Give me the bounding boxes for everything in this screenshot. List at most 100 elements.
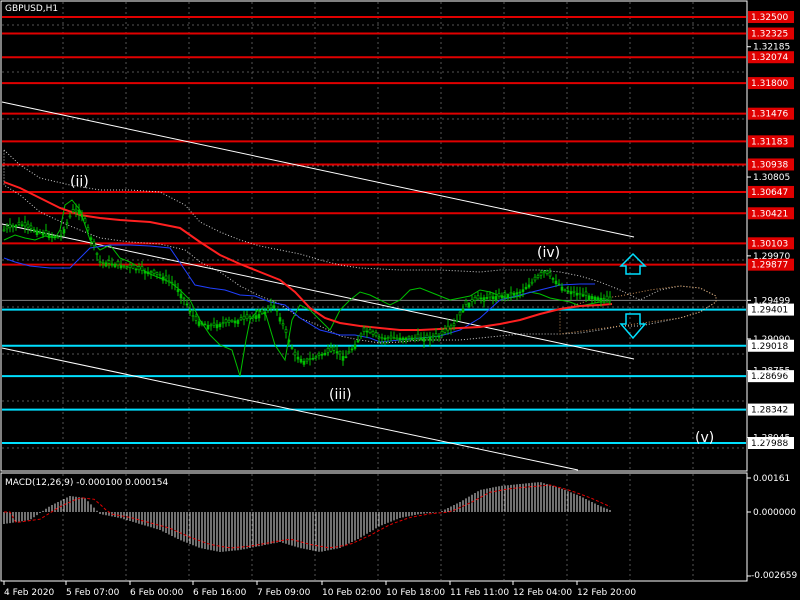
chart-title: GBPUSD,H1 (5, 4, 58, 14)
candle-body (323, 353, 327, 355)
candle-body (170, 282, 174, 284)
candle-body (26, 223, 30, 228)
chart-window[interactable]: (ii) (iii) (iv) (v) GBPUSD,H1 1.325001.3… (0, 0, 800, 600)
candle-body (197, 321, 201, 326)
candle-body (377, 336, 381, 339)
candle-body (275, 309, 279, 312)
candle-body (410, 337, 414, 341)
candle-body (290, 347, 294, 349)
candle-body (308, 358, 312, 360)
resistance-tag-label: 1.30938 (751, 160, 788, 170)
candle-body (32, 229, 36, 232)
candle-body (242, 315, 246, 320)
candle-body (329, 347, 333, 352)
candle-body (200, 322, 204, 325)
candle-body (395, 337, 399, 340)
candle-body (62, 229, 66, 234)
candle-body (65, 222, 69, 225)
candle-body (524, 286, 528, 289)
candle-body (119, 264, 123, 269)
candle-body (113, 263, 117, 268)
time-tick-label: 4 Feb 2020 (4, 588, 55, 598)
candle-body (440, 330, 444, 335)
candle-body (161, 276, 165, 281)
candle-body (53, 236, 57, 239)
candle-body (233, 320, 237, 324)
candle-body (77, 209, 81, 215)
price-tick-label: 1.30805 (753, 173, 790, 183)
candle-body (149, 271, 153, 274)
candle-body (47, 234, 51, 239)
resistance-tag-label: 1.30103 (751, 239, 788, 249)
candle-body (152, 269, 156, 274)
candle-body (536, 275, 540, 278)
candle-body (383, 337, 387, 340)
candle-body (218, 323, 222, 327)
macd-frame (0, 472, 748, 582)
candle-body (353, 344, 357, 349)
candle-body (464, 300, 468, 305)
candle-body (428, 336, 432, 341)
candle-body (287, 339, 291, 343)
candle-body (335, 351, 339, 354)
candle-body (404, 337, 408, 341)
candle-body (296, 356, 300, 360)
candle-body (413, 337, 417, 340)
macd-label: MACD(12,26,9) -0.000100 0.000154 (5, 478, 168, 488)
candle-body (506, 294, 510, 299)
candle-body (203, 323, 207, 326)
candle-body (593, 296, 597, 301)
candle-body (179, 293, 183, 299)
resistance-tag-label: 1.31476 (751, 110, 788, 120)
time-tick-label: 6 Feb 00:00 (130, 588, 184, 598)
candle-body (518, 291, 522, 294)
candle-body (584, 291, 588, 296)
candle-body (386, 337, 390, 340)
candle-body (455, 319, 459, 322)
resistance-tag-label: 1.30421 (751, 209, 788, 219)
candle-body (452, 323, 456, 327)
candle-body (68, 215, 72, 218)
candle-body (266, 307, 270, 311)
time-tick-label: 11 Feb 11:00 (450, 588, 509, 598)
candle-body (11, 225, 15, 228)
candle-body (470, 299, 474, 303)
candle-body (479, 297, 483, 300)
macd-scale: 0.00161 0.000000 -0.002659 (747, 474, 797, 581)
candle-body (254, 315, 258, 319)
candle-body (461, 308, 465, 313)
candle-body (194, 316, 198, 321)
resistance-tag-label: 1.31183 (751, 137, 788, 147)
candle-body (86, 227, 90, 231)
candle-body (302, 360, 306, 365)
time-tick-label: 12 Feb 04:00 (513, 588, 572, 598)
candle-body (110, 263, 114, 266)
candle-body (17, 221, 21, 225)
candle-body (140, 266, 144, 271)
candle-body (89, 237, 93, 240)
candle-body (548, 272, 552, 277)
candle-body (446, 325, 450, 331)
candle-body (497, 293, 501, 297)
candle-body (125, 266, 129, 268)
candle-body (569, 291, 573, 295)
candle-body (500, 295, 504, 299)
candle-body (491, 296, 495, 300)
candle-body (347, 350, 351, 354)
candle-body (272, 305, 276, 309)
candle-body (305, 358, 309, 362)
candle-body (71, 209, 75, 213)
candle-body (2, 229, 6, 232)
candle-body (356, 340, 360, 343)
candle-body (41, 232, 45, 236)
price-tick-label: 1.32185 (753, 43, 790, 53)
candle-body (563, 289, 567, 292)
candle-body (551, 278, 555, 280)
candle-body (545, 270, 549, 274)
candle-body (128, 265, 132, 268)
candle-body (284, 329, 288, 333)
candle-body (74, 208, 78, 212)
candle-body (581, 294, 585, 297)
candle-body (590, 296, 594, 299)
candle-body (401, 337, 405, 341)
